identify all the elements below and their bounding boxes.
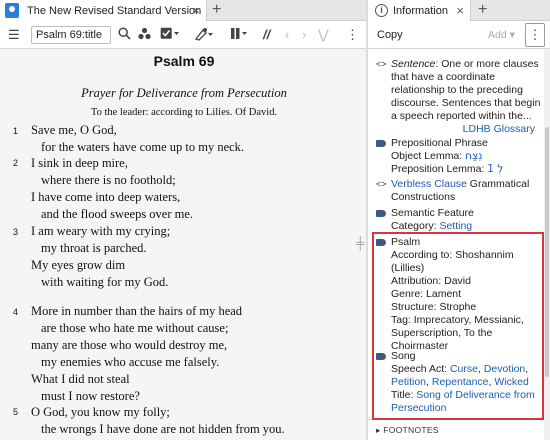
- forward-icon[interactable]: ›: [302, 27, 306, 43]
- right-tab-bar: i Information × +: [368, 0, 550, 21]
- verse-line[interactable]: my throat is parched.: [41, 241, 147, 256]
- back-icon[interactable]: ‹: [285, 27, 289, 43]
- add-tab-icon[interactable]: +: [212, 1, 221, 19]
- code-brackets-icon: <>: [376, 59, 387, 69]
- verse-line[interactable]: the wrongs I have done are not hidden fr…: [41, 422, 285, 437]
- parallel-icon[interactable]: //: [263, 27, 270, 43]
- verse-line[interactable]: Save me, O God,: [31, 123, 117, 138]
- bible-toolbar: ☰ Psalm 69:title // ‹ › ⋁ ⋮: [0, 21, 368, 49]
- verse-number[interactable]: 5: [13, 407, 18, 417]
- tag-icon: [376, 210, 386, 217]
- more-options-button[interactable]: ⋮: [525, 23, 545, 47]
- verse-line[interactable]: must I now restore?: [41, 389, 140, 404]
- bible-text: Psalm 69 Prayer for Deliverance from Per…: [0, 49, 368, 440]
- tab-title: The New Revised Standard Version: [27, 4, 202, 17]
- information-toolbar: Copy Add ▾ ⋮: [368, 21, 550, 49]
- copy-button[interactable]: Copy: [377, 29, 403, 41]
- scrollbar-thumb[interactable]: [545, 127, 549, 377]
- semantic-feature-title: Semantic Feature: [391, 207, 474, 219]
- search-icon[interactable]: [118, 27, 131, 44]
- verse-line[interactable]: and the flood sweeps over me.: [41, 207, 193, 222]
- menu-icon[interactable]: ☰: [8, 27, 20, 43]
- verse-line[interactable]: More in number than the hairs of my head: [31, 304, 242, 319]
- highlight-pen-icon[interactable]: [194, 27, 214, 45]
- highlight-box: [372, 232, 544, 420]
- verse-line[interactable]: where there is no foothold;: [41, 173, 176, 188]
- verse-line[interactable]: I am weary with my crying;: [31, 224, 170, 239]
- verse-line[interactable]: O God, you know my folly;: [31, 405, 170, 420]
- add-button[interactable]: Add ▾: [488, 29, 515, 41]
- info-icon: i: [375, 4, 388, 17]
- tab-bible[interactable]: The New Revised Standard Version ×: [0, 0, 207, 21]
- code-brackets-icon: <>: [376, 179, 387, 189]
- splitter-handle-icon[interactable]: ╪: [356, 236, 365, 250]
- footnotes-section[interactable]: ▸ FOOTNOTES: [376, 424, 439, 437]
- category-value[interactable]: Setting: [439, 220, 472, 232]
- preposition-lemma-value[interactable]: לְ 1: [487, 163, 503, 175]
- verbless-clause-link[interactable]: Verbless Clause: [391, 178, 467, 190]
- object-lemma-label: Object Lemma:: [391, 150, 466, 162]
- visual-filter-icon[interactable]: [138, 27, 151, 44]
- left-tab-bar: The New Revised Standard Version × +: [0, 0, 368, 21]
- verse-line[interactable]: with waiting for my God.: [41, 275, 168, 290]
- more-options-icon[interactable]: ⋮: [346, 27, 359, 43]
- psalm-superscription: To the leader: according to Lilies. Of D…: [90, 107, 278, 118]
- bible-logo-icon: [5, 3, 19, 18]
- verse-line[interactable]: are those who hate me without cause;: [41, 321, 228, 336]
- glossary-link[interactable]: LDHB Glossary: [463, 123, 535, 135]
- verse-line[interactable]: many are those who would destroy me,: [31, 338, 227, 353]
- close-tab-icon[interactable]: ×: [456, 3, 464, 18]
- tab-information[interactable]: i Information ×: [368, 0, 471, 21]
- verse-line[interactable]: for the waters have come up to my neck.: [41, 140, 244, 155]
- prepositional-phrase-title: Prepositional Phrase: [391, 137, 488, 149]
- psalm-heading: Prayer for Deliverance from Persecution: [81, 86, 287, 100]
- category-label: Category:: [391, 220, 440, 232]
- bible-pane: The New Revised Standard Version × + ☰ P…: [0, 0, 368, 440]
- verse-line[interactable]: My eyes grow dim: [31, 258, 125, 273]
- object-lemma-value[interactable]: נֵצַח: [465, 150, 482, 162]
- columns-icon[interactable]: [230, 27, 248, 44]
- verse-number[interactable]: 2: [13, 158, 18, 168]
- sentence-label: Sentence: [391, 58, 436, 70]
- checkbox-icon[interactable]: [160, 27, 180, 44]
- history-icon[interactable]: ⋁: [318, 27, 329, 43]
- tab-title: Information: [393, 4, 449, 17]
- preposition-lemma-label: Preposition Lemma:: [391, 163, 488, 175]
- close-tab-icon[interactable]: ×: [192, 3, 200, 18]
- verse-number[interactable]: 3: [13, 227, 18, 237]
- add-tab-icon[interactable]: +: [478, 1, 487, 19]
- psalm-title: Psalm 69: [153, 53, 215, 69]
- footnotes-label: FOOTNOTES: [383, 425, 439, 435]
- verse-line[interactable]: What I did not steal: [31, 372, 130, 387]
- scrollbar[interactable]: [544, 49, 550, 440]
- verse-line[interactable]: I have come into deep waters,: [31, 190, 180, 205]
- tag-icon: [376, 140, 386, 147]
- verse-number[interactable]: 1: [13, 126, 18, 136]
- verse-line[interactable]: my enemies who accuse me falsely.: [41, 355, 219, 370]
- verse-number[interactable]: 4: [13, 307, 18, 317]
- reference-input[interactable]: Psalm 69:title: [31, 26, 111, 44]
- verse-line[interactable]: I sink in deep mire,: [31, 156, 128, 171]
